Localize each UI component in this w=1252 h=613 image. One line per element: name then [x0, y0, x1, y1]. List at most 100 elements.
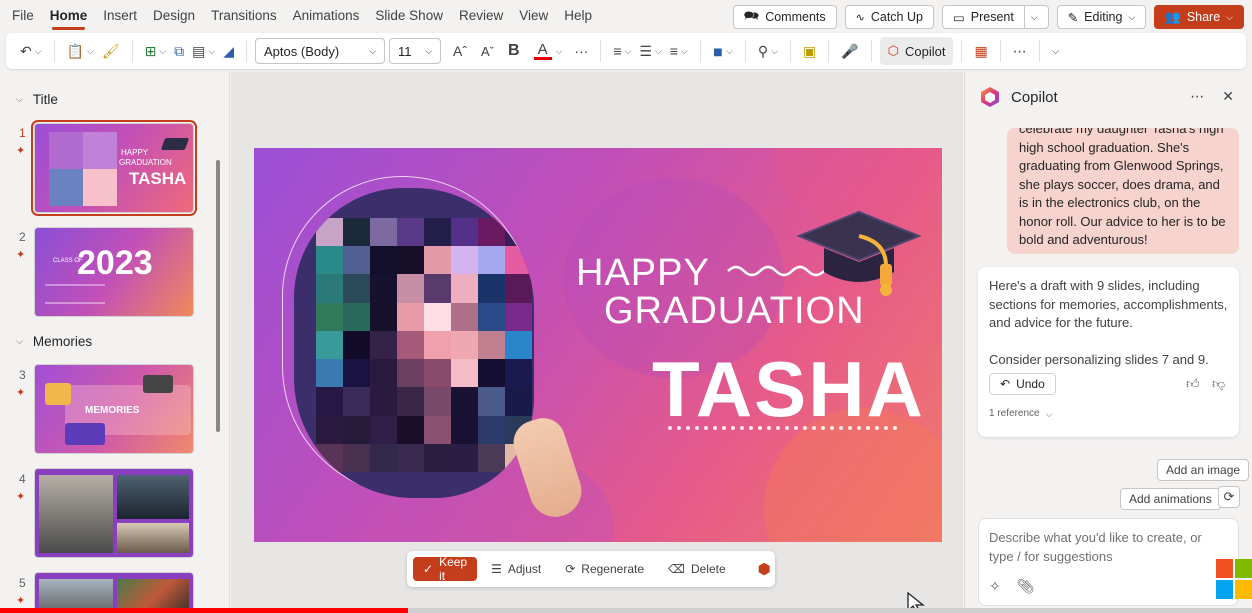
more-icon[interactable]: ⋯ [1190, 88, 1204, 105]
keep-it-button[interactable]: ✓ Keep it [413, 555, 478, 583]
undo-label: Undo [1016, 376, 1045, 391]
slide-number: 4 [19, 472, 26, 486]
undo-button[interactable]: ↶ ⌵ [16, 37, 46, 65]
keep-it-label: Keep it [439, 555, 468, 583]
slide-thumbnail-2[interactable]: CLASS OF 2023 [34, 227, 194, 317]
format-painter-button[interactable]: 🖌 [98, 37, 124, 65]
find-button[interactable]: ⚲ ⌵ [754, 37, 782, 65]
thumbs-down-icon[interactable]: 👎︎ [1212, 375, 1225, 394]
copilot-menu-button[interactable]: ⬢ [748, 557, 781, 581]
undo-button[interactable]: ↶ Undo [989, 373, 1056, 395]
slide-thumbnail-5[interactable] [34, 572, 194, 613]
sparkle-prompts-icon[interactable]: ✧ [989, 577, 1001, 596]
current-slide[interactable]: HAPPY GRADUATION TASHA [254, 148, 942, 542]
thumbs-up-icon[interactable]: 👍︎ [1186, 375, 1200, 394]
clipboard-icon: 📋 [66, 42, 84, 59]
bullet-list-icon: ≡ [613, 43, 622, 59]
comments-button[interactable]: 🗪 Comments [732, 5, 837, 29]
tab-view[interactable]: View [511, 0, 556, 32]
ribbon-collapse-button[interactable]: ⌵ [1048, 37, 1064, 65]
thumbnails-scrollbar[interactable] [216, 160, 220, 432]
editing-mode-button[interactable]: ✎ Editing ⌵ [1056, 5, 1147, 29]
numbering-button[interactable]: ☰ ⌵ [635, 37, 665, 65]
tab-animations[interactable]: Animations [285, 0, 368, 32]
video-progress-bar[interactable] [0, 608, 1252, 613]
reuse-slides-button[interactable]: ⧉ [170, 37, 188, 65]
references-toggle[interactable]: 1 reference ⌵ [989, 405, 1052, 424]
chevron-down-icon[interactable]: ⌵ [556, 46, 563, 57]
more-label: ··· [574, 43, 589, 59]
dictate-button[interactable]: 🎤 [837, 37, 862, 65]
thumb-title-small-2: GRADUATION [119, 158, 172, 167]
sparkle-icon: ✦ [16, 387, 26, 399]
background-button[interactable]: ◢ [219, 37, 238, 65]
slide-thumbnail-4[interactable] [34, 468, 194, 558]
ribbon-divider [1038, 40, 1040, 62]
ribbon-divider [828, 40, 830, 62]
regenerate-button[interactable]: ⟳ Regenerate [555, 557, 654, 581]
tab-review[interactable]: Review [451, 0, 511, 32]
ribbon-divider [744, 40, 746, 62]
chevron-down-icon[interactable]: ⌵ [1031, 12, 1038, 23]
copilot-hex-icon: ⬢ [757, 561, 771, 578]
align-button[interactable]: ≡ ⌵ [666, 37, 692, 65]
copilot-response-card: Here's a draft with 9 slides, including … [978, 267, 1239, 437]
delete-button[interactable]: ⌫ Delete [658, 557, 736, 581]
add-ins-button[interactable]: ▦ [970, 37, 991, 65]
section-memories-header[interactable]: ⌵ Memories [16, 334, 92, 349]
present-button[interactable]: ▭ Present ⌵ [941, 5, 1049, 29]
ribbon-divider [53, 40, 55, 62]
copilot-header-actions: ⋯ ✕ [1190, 88, 1234, 105]
chevron-down-icon: ⌵ [1051, 45, 1060, 57]
slide-thumbnail-1[interactable]: HAPPY GRADUATION TASHA [31, 120, 197, 216]
section-title-header[interactable]: ⌵ Title [16, 92, 58, 107]
decrease-font-icon: Aˇ [481, 43, 495, 59]
refresh-suggestions-button[interactable]: ⟳ [1218, 486, 1240, 508]
paste-button[interactable]: 📋 ⌵ [63, 37, 98, 65]
tab-file[interactable]: File [4, 0, 42, 32]
thumb-memories: MEMORIES [85, 405, 140, 416]
copilot-ribbon-label: Copilot [905, 43, 946, 59]
close-icon[interactable]: ✕ [1222, 88, 1234, 105]
chevron-down-icon: ⌵ [771, 45, 778, 56]
slide-thumbnail-3[interactable]: MEMORIES [34, 364, 194, 454]
decrease-font-button[interactable]: Aˇ [477, 37, 498, 65]
layout-button[interactable]: ▤ ⌵ [188, 37, 219, 65]
tab-slide-show[interactable]: Slide Show [367, 0, 451, 32]
bold-button[interactable]: B [504, 37, 524, 65]
copilot-prompt-input[interactable]: Describe what you'd like to create, or t… [978, 518, 1239, 606]
slide-number: 3 [19, 368, 26, 382]
font-family-select[interactable]: Aptos (Body) ⌵ [255, 38, 386, 64]
add-image-suggestion[interactable]: Add an image [1157, 459, 1250, 481]
increase-font-button[interactable]: Aˆ [449, 37, 471, 65]
tab-home[interactable]: Home [42, 0, 96, 32]
adjust-button[interactable]: ☰ Adjust [481, 557, 551, 581]
shapes-button[interactable]: ◾ ⌵ [709, 37, 737, 65]
bullets-button[interactable]: ≡ ⌵ [609, 37, 635, 65]
paperclip-icon[interactable]: 📎︎ [1017, 577, 1035, 596]
designer-button[interactable]: ▣ [799, 37, 820, 65]
slide-number: 5 [19, 576, 26, 590]
catch-up-button[interactable]: ∿ Catch Up [844, 5, 934, 29]
ribbon-more-button[interactable]: ⋯ [1009, 37, 1031, 65]
copilot-title: Copilot [1011, 88, 1058, 106]
font-color-button[interactable]: A [530, 37, 556, 65]
tab-help[interactable]: Help [556, 0, 600, 32]
search-icon: ⚲ [757, 42, 769, 59]
camera-icon [143, 375, 173, 393]
copilot-ribbon-button[interactable]: ⬡ Copilot [879, 37, 954, 65]
slide-title-line-1[interactable]: HAPPY [576, 252, 710, 295]
tab-insert[interactable]: Insert [95, 0, 145, 32]
add-animations-suggestion[interactable]: Add animations [1120, 488, 1221, 510]
more-font-options[interactable]: ··· [570, 37, 592, 65]
menu-actions: 🗪 Comments ∿ Catch Up ▭ Present ⌵ ✎ Edit… [732, 5, 1244, 29]
new-slide-button[interactable]: ⊞ ⌵ [141, 37, 171, 65]
delete-label: Delete [690, 562, 726, 576]
copilot-slide-actions: ✓ Keep it ☰ Adjust ⟳ Regenerate ⌫ Delete… [407, 551, 775, 587]
tab-transitions[interactable]: Transitions [203, 0, 285, 32]
share-button[interactable]: 👥 Share ⌵ [1154, 5, 1244, 29]
font-size-select[interactable]: 11 ⌵ [389, 38, 442, 64]
tab-design[interactable]: Design [145, 0, 203, 32]
slide-name[interactable]: TASHA [652, 344, 925, 435]
increase-font-icon: Aˆ [453, 43, 468, 59]
